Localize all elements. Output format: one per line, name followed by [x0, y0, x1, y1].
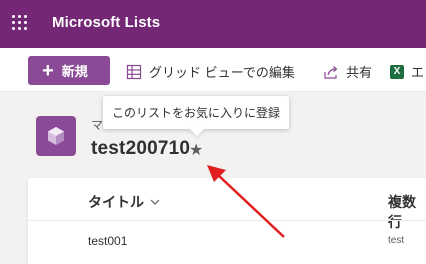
column-header-multiline[interactable]: 複数行 — [388, 192, 426, 232]
cube-icon — [48, 127, 64, 145]
excel-icon: X — [390, 64, 404, 79]
export-label: エ — [411, 65, 425, 80]
favorite-star-icon[interactable]: ★ — [189, 140, 203, 160]
column-header-title[interactable]: タイトル — [88, 192, 160, 212]
column-header-title-label: タイトル — [88, 194, 144, 210]
share-icon — [323, 64, 339, 80]
share-button[interactable]: 共有 — [323, 62, 372, 81]
export-button[interactable]: X エ — [390, 62, 424, 81]
list-title: test200710 — [91, 138, 191, 159]
app-launcher-icon[interactable] — [10, 13, 30, 33]
new-button[interactable]: + 新規 — [28, 56, 110, 85]
table-cell-title[interactable]: test001 — [88, 234, 127, 248]
grid-edit-button[interactable]: グリッド ビューでの編集 — [126, 62, 295, 81]
favorite-tooltip: このリストをお気に入りに登録 — [103, 96, 289, 129]
list-icon — [36, 116, 76, 156]
list-grid: タイトル 複数行 test001 test — [28, 178, 426, 264]
tooltip-text: このリストをお気に入りに登録 — [111, 106, 280, 120]
grid-icon — [126, 64, 142, 80]
plus-icon: + — [42, 59, 54, 82]
table-cell-multiline: test — [388, 235, 405, 246]
column-header-multiline-label: 複数行 — [388, 194, 416, 230]
breadcrumb[interactable]: マ — [91, 116, 103, 133]
command-bar: + 新規 グリッド ビューでの編集 共有 X エ — [0, 48, 426, 92]
new-button-label: 新規 — [61, 64, 88, 79]
chevron-down-icon — [150, 197, 160, 207]
app-header: Microsoft Lists — [0, 0, 426, 48]
share-label: 共有 — [346, 65, 373, 80]
grid-edit-label: グリッド ビューでの編集 — [149, 65, 295, 80]
header-divider — [28, 220, 426, 221]
app-title[interactable]: Microsoft Lists — [52, 14, 160, 31]
